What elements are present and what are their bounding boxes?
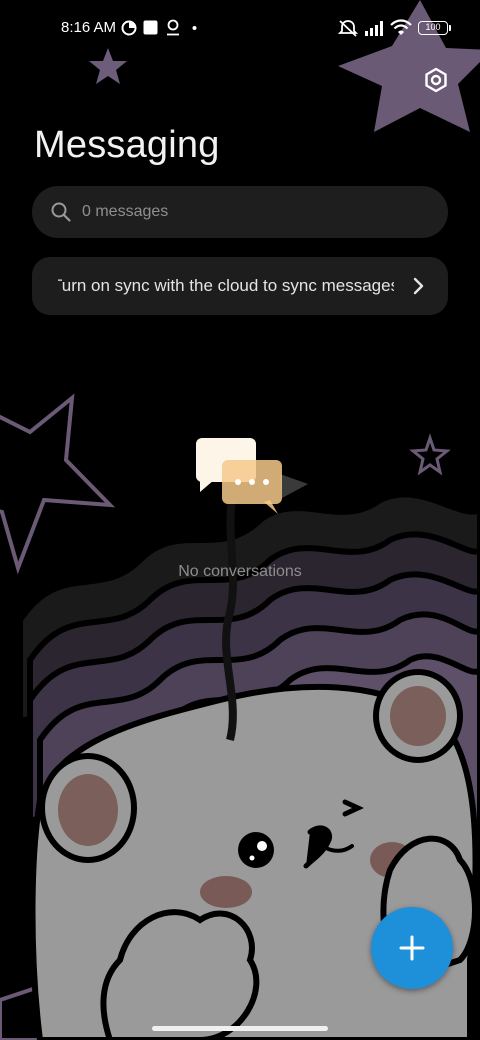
wallpaper-star-outline-left <box>0 393 116 575</box>
mute-icon <box>338 19 358 37</box>
battery-icon: 100 <box>418 21 451 35</box>
status-bar: 8:16 AM 100 <box>0 0 480 56</box>
plus-icon <box>399 935 425 961</box>
settings-gear-icon <box>425 67 447 93</box>
settings-button[interactable] <box>418 62 454 98</box>
new-message-button[interactable] <box>371 907 453 989</box>
sync-text-container: Turn on sync with the cloud to sync mess… <box>58 257 394 315</box>
chat-bubbles-icon <box>196 438 282 514</box>
wallpaper-bear-eye <box>238 832 274 868</box>
empty-state-text: No conversations <box>178 563 302 580</box>
wallpaper-star-outline-right <box>409 433 451 476</box>
signal-icon <box>364 19 386 36</box>
search-placeholder: 0 messages <box>82 203 169 220</box>
status-time: 8:16 AM <box>61 19 117 36</box>
search-bar[interactable]: 0 messages <box>32 186 448 238</box>
wallpaper-bear-blush-left <box>200 876 252 908</box>
home-indicator[interactable] <box>152 1026 328 1031</box>
page-title: Messaging <box>34 124 220 166</box>
dot-icon <box>192 19 197 36</box>
notification-square-icon <box>143 19 158 36</box>
location-pin-icon <box>166 19 180 36</box>
chevron-right-icon <box>413 277 424 295</box>
data-saver-icon <box>121 19 137 36</box>
sync-banner-text: Turn on sync with the cloud to sync mess… <box>58 276 394 295</box>
wallpaper-bear-ear-right-inner <box>390 686 446 746</box>
cloud-sync-banner[interactable]: Turn on sync with the cloud to sync mess… <box>32 257 448 315</box>
wallpaper-bear-ear-left-inner <box>58 774 118 846</box>
search-icon <box>51 202 71 222</box>
wifi-icon <box>390 19 412 36</box>
